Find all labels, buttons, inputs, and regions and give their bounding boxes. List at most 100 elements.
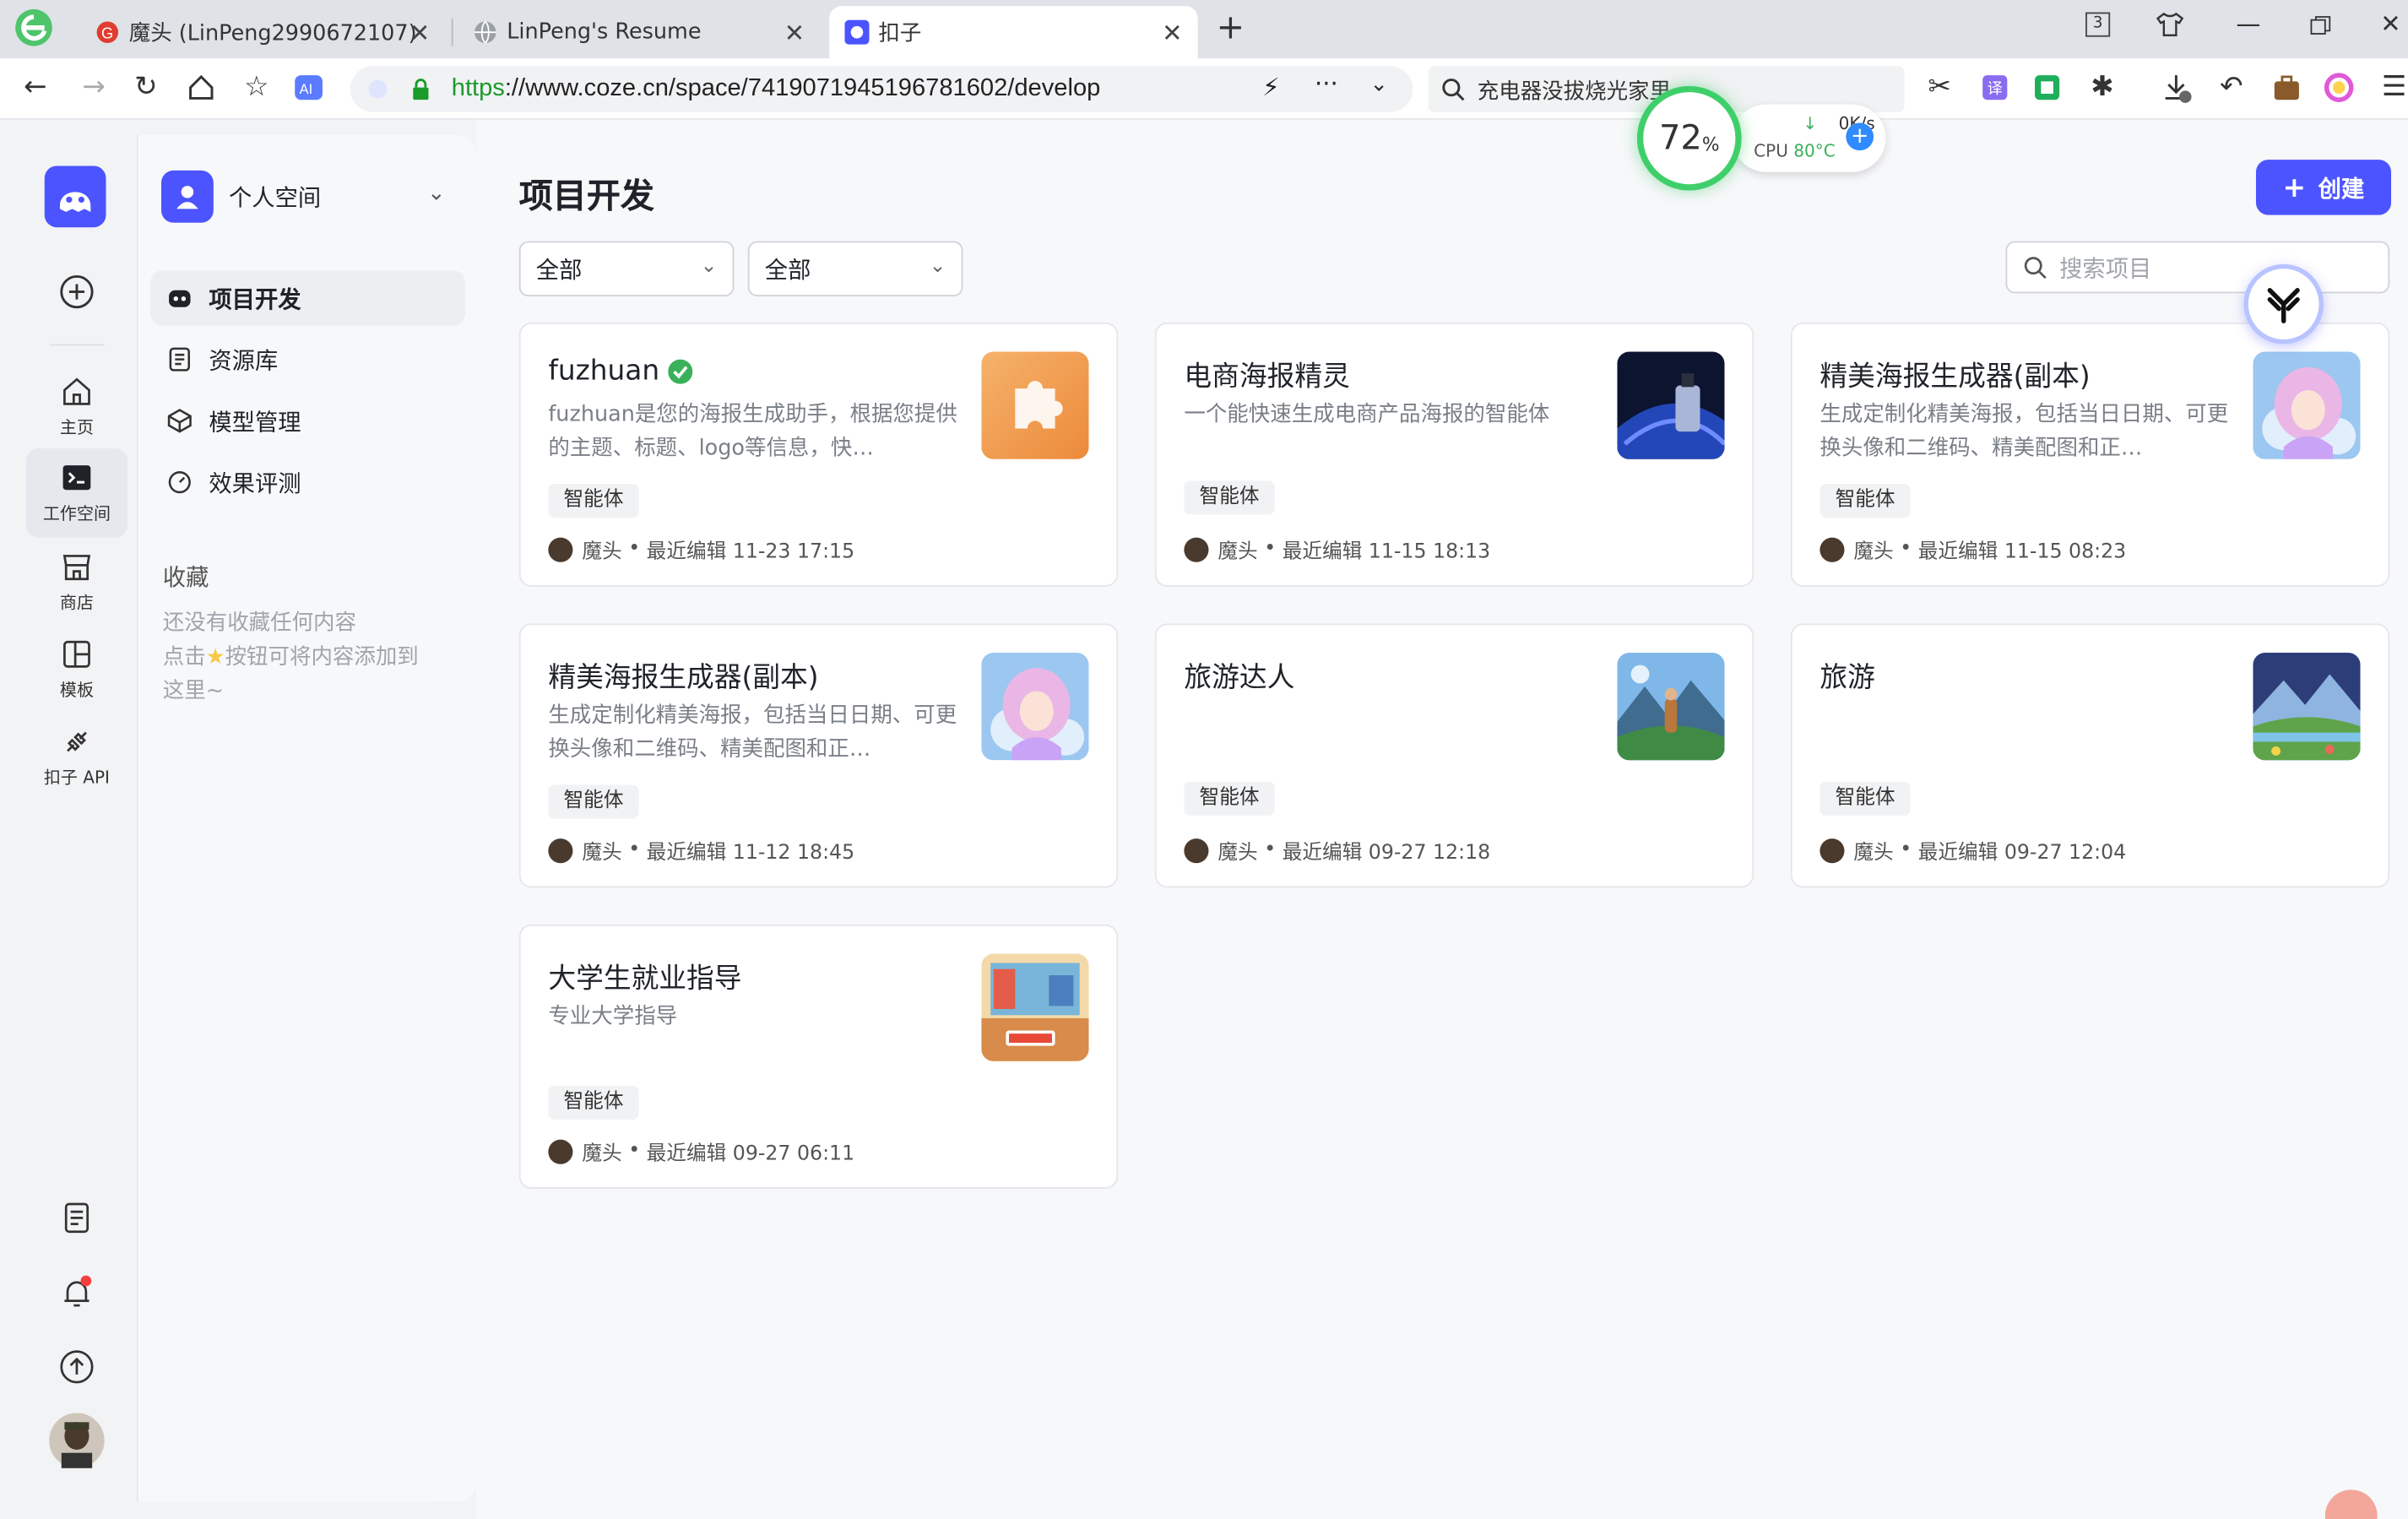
menu-icon[interactable]: ☰ (2378, 71, 2408, 105)
undo-icon[interactable]: ↶ (2215, 71, 2248, 105)
reload-icon[interactable]: ↻ (129, 71, 163, 105)
card-meta: 魔头 • 最近编辑 11-12 18:45 (548, 835, 854, 865)
forward-icon[interactable]: → (77, 71, 111, 105)
card-title: 电商海报精灵 (1184, 361, 1350, 393)
more-dots-icon[interactable]: ··· (1315, 69, 1338, 99)
favorites-empty-line: 点击★按钮可将内容添加到 (163, 640, 470, 674)
filter-status-select[interactable]: 全部 ⌄ (747, 241, 963, 297)
close-tab-icon[interactable]: ✕ (409, 18, 430, 47)
briefcase-icon[interactable] (2270, 71, 2303, 105)
globe-favicon-icon (475, 20, 496, 44)
cpu-temp-value: 80°C (1793, 141, 1836, 161)
rail-item-home[interactable]: 主页 (26, 362, 127, 448)
favorites-empty-post: 按钮可将内容添加到 (225, 644, 419, 670)
browser-logo-icon[interactable] (13, 6, 56, 49)
download-icon[interactable] (2159, 71, 2193, 105)
card-description: fuzhuan是您的海报生成助手，根据您提供的主题、标题、logo等信息，快… (548, 402, 957, 461)
site-info-icon[interactable] (368, 79, 388, 99)
tab-count-badge[interactable]: 3 (2085, 12, 2111, 37)
mountain-hiker-image (1617, 653, 1725, 761)
rail-item-label: 扣子 API (43, 768, 110, 789)
user-avatar[interactable] (49, 1413, 105, 1468)
performance-widget[interactable]: ↓ 0K/s CPU 80°C + 72% (1636, 85, 1886, 191)
card-tag: 智能体 (1184, 480, 1275, 515)
card-title: 旅游达人 (1184, 661, 1295, 695)
tab-resume[interactable]: LinPeng's Resume ✕ (458, 6, 820, 58)
card-thumbnail (981, 351, 1089, 459)
shirt-icon[interactable] (2156, 12, 2184, 37)
card-thumbnail (2253, 653, 2361, 761)
assistant-float-ball[interactable] (2243, 263, 2324, 344)
coze-logo-icon[interactable] (44, 165, 106, 228)
card-description: 一个能快速生成电商产品海报的智能体 (1184, 402, 1550, 427)
study-desk-image (981, 953, 1089, 1061)
tab-coze[interactable]: 扣子 ✕ (829, 6, 1198, 59)
favorites-empty-pre: 点击 (162, 644, 206, 670)
restore-icon[interactable] (2310, 15, 2331, 36)
cpu-load-ring[interactable]: 72% (1636, 85, 1742, 191)
space-switcher[interactable]: 个人空间 ⌄ (160, 169, 461, 224)
project-card[interactable]: 旅游 智能体 魔头 • 最近编辑 09-27 12:04 (1790, 623, 2390, 888)
minimize-icon[interactable]: — (2236, 9, 2260, 39)
create-button[interactable]: + 创建 (2255, 160, 2392, 215)
close-tab-icon[interactable]: ✕ (1162, 18, 1182, 47)
document-icon[interactable] (60, 1201, 94, 1234)
tab-modou[interactable]: G 魔头 (LinPeng2990672107) ✕ (80, 6, 446, 58)
search-icon (1442, 79, 1465, 101)
upload-circle-icon[interactable] (58, 1348, 95, 1386)
back-icon[interactable]: ← (19, 71, 52, 105)
puzzle-icon (981, 351, 1089, 459)
browser-toolbar: ← → ↻ ☆ AI https://www.coze.cn/space/741… (0, 58, 2408, 120)
card-edited: 最近编辑 09-27 12:18 (1282, 841, 1491, 865)
project-card[interactable]: 精美海报生成器(副本) 生成定制化精美海报，包括当日日期、可更换头像和二维码、精… (518, 623, 1119, 888)
ai-assistant-icon[interactable] (2322, 71, 2356, 105)
project-card[interactable]: 精美海报生成器(副本) 生成定制化精美海报，包括当日日期、可更换头像和二维码、精… (1790, 322, 2390, 587)
lightning-icon[interactable]: ⚡ (1262, 72, 1279, 101)
card-author: 魔头 (1853, 841, 1894, 865)
nav-item-project-dev[interactable]: 项目开发 (150, 270, 466, 326)
project-card[interactable]: 大学生就业指导 专业大学指导 智能体 魔头 • 最近编辑 09-27 06:11 (518, 924, 1119, 1189)
close-tab-icon[interactable]: ✕ (784, 18, 805, 47)
project-search-input[interactable]: 搜索项目 (2005, 241, 2390, 294)
rail-item-api[interactable]: 扣子 API (26, 713, 127, 799)
nav-item-evaluation[interactable]: 效果评测 (150, 454, 465, 509)
rail-item-templates[interactable]: 模板 (26, 625, 127, 711)
home-icon[interactable] (184, 71, 218, 105)
project-card[interactable]: 旅游达人 智能体 魔头 • 最近编辑 09-27 12:18 (1154, 623, 1754, 888)
scissors-icon[interactable]: ✂ (1923, 71, 1956, 105)
card-author: 魔头 (1853, 540, 1894, 564)
plug-icon (67, 731, 87, 752)
card-thumbnail (2253, 351, 2361, 459)
card-meta: 魔头 • 最近编辑 11-15 08:23 (1820, 534, 2126, 564)
verified-check-icon (669, 358, 694, 383)
add-circle-icon[interactable] (58, 274, 95, 311)
bullet-separator: • (1257, 838, 1283, 862)
card-tag: 智能体 (548, 483, 639, 518)
bullet-separator: • (1257, 537, 1283, 561)
rail-item-store[interactable]: 商店 (26, 538, 127, 624)
new-tab-icon[interactable]: + (1217, 9, 1245, 47)
close-window-icon[interactable]: ✕ (2380, 9, 2400, 39)
bell-icon[interactable] (58, 1275, 95, 1312)
favorites-star-icon[interactable]: ☆ (240, 71, 274, 105)
project-card[interactable]: 电商海报精灵 一个能快速生成电商产品海报的智能体 智能体 魔头 • 最近编辑 1… (1154, 322, 1754, 587)
filter-type-select[interactable]: 全部 ⌄ (518, 241, 735, 297)
project-card[interactable]: fuzhuan fuzhuan是您的海报生成助手，根据您提供的主题、标题、log… (518, 322, 1119, 587)
rail-item-workspace[interactable]: 工作空间 (25, 448, 127, 538)
puzzle-extensions-icon[interactable]: ✱ (2085, 71, 2119, 105)
nav-item-resources[interactable]: 资源库 (150, 332, 465, 387)
favorites-title: 收藏 (162, 563, 209, 592)
search-placeholder: 搜索项目 (2059, 254, 2152, 282)
book-extension-icon[interactable] (2031, 71, 2064, 105)
plus-icon[interactable]: + (1846, 122, 1874, 151)
card-thumbnail (981, 653, 1089, 761)
card-meta: 魔头 • 最近编辑 09-27 12:18 (1184, 835, 1490, 865)
coze-favicon-icon (844, 19, 870, 45)
nav-item-models[interactable]: 模型管理 (150, 393, 465, 448)
ai-icon[interactable]: AI (292, 71, 326, 105)
url-text[interactable]: https://www.coze.cn/space/74190719451967… (452, 75, 1101, 103)
address-bar[interactable]: https://www.coze.cn/space/74190719451967… (350, 66, 1413, 112)
main-content: 项目开发 + 创建 全部 ⌄ 全部 ⌄ 搜索项目 fuzhuan fuzhuan… (475, 119, 2408, 1519)
translate-icon[interactable]: 译 (1978, 71, 2012, 105)
chevron-down-icon[interactable]: ⌄ (1369, 72, 1387, 96)
